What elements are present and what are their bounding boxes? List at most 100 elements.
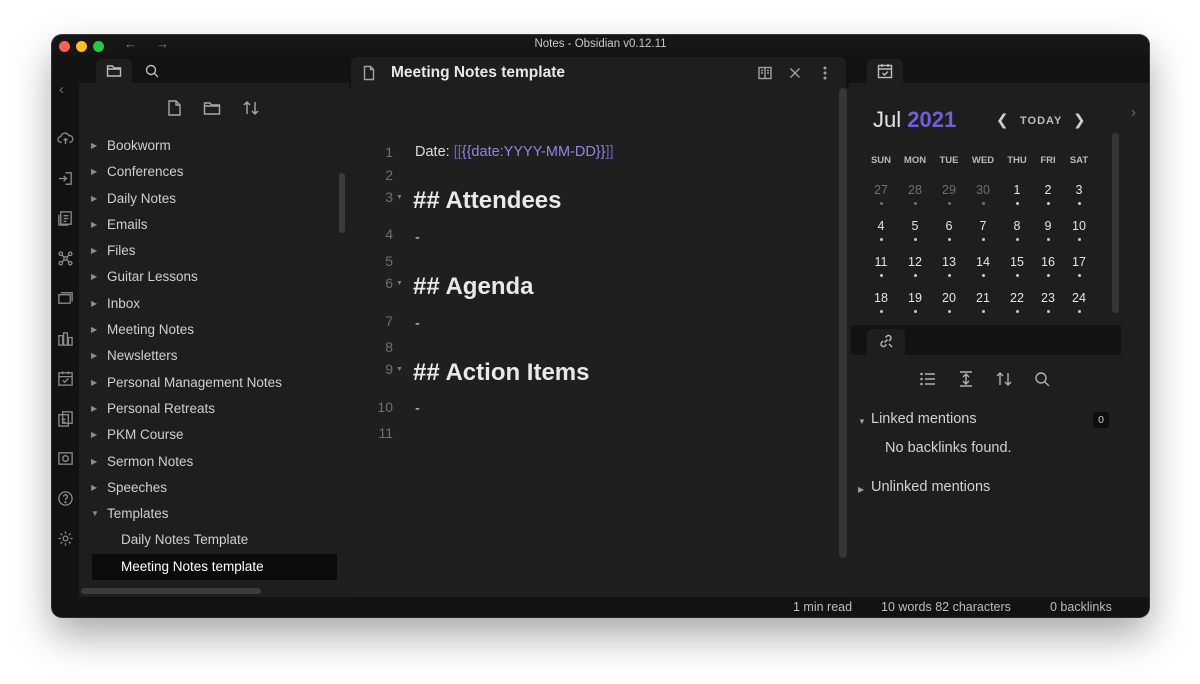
folder-item[interactable]: ▶ Emails bbox=[79, 212, 337, 238]
slides-icon[interactable] bbox=[57, 290, 74, 307]
today-button[interactable]: TODAY bbox=[1020, 115, 1062, 127]
linked-mentions-header[interactable]: Linked mentions bbox=[871, 411, 977, 427]
folder-item[interactable]: ▶ Inbox bbox=[79, 291, 337, 317]
unlinked-mentions-caret-icon[interactable]: ▶ bbox=[858, 485, 864, 494]
calendar-day[interactable]: 22 bbox=[1000, 291, 1034, 305]
calendar-day[interactable]: 19 bbox=[898, 291, 932, 305]
file-item[interactable]: Daily Notes Template bbox=[79, 527, 337, 553]
calendar-day[interactable]: 28 bbox=[898, 183, 932, 197]
bullet-line[interactable]: - bbox=[415, 401, 420, 417]
linked-mentions-caret-icon[interactable]: ▼ bbox=[858, 417, 866, 426]
folder-item[interactable]: ▶ Personal Retreats bbox=[79, 396, 337, 422]
active-file-item[interactable]: Meeting Notes template bbox=[92, 553, 337, 581]
close-tab-icon[interactable] bbox=[787, 65, 803, 81]
markdown-editor[interactable]: 1 2 3 4 5 6 7 8 9 10 11 Date: [[{{date:YYYY-MM-DD}… bbox=[351, 88, 847, 597]
calendar-day[interactable]: 7 bbox=[966, 219, 1000, 233]
calendar-check-icon[interactable] bbox=[877, 63, 893, 79]
search-icon[interactable] bbox=[144, 63, 160, 79]
calendar-day[interactable]: 20 bbox=[932, 291, 966, 305]
folder-collapsed-caret-icon[interactable]: ▶ bbox=[91, 212, 97, 238]
next-month-chevron-icon[interactable]: ❯ bbox=[1073, 111, 1086, 129]
folder-item[interactable]: ▶ Sermon Notes bbox=[79, 449, 337, 475]
folder-collapsed-caret-icon[interactable]: ▶ bbox=[91, 291, 97, 317]
folder-collapsed-caret-icon[interactable]: ▶ bbox=[91, 264, 97, 290]
calendar-day[interactable]: 5 bbox=[898, 219, 932, 233]
collapse-right-chevron-icon[interactable]: › bbox=[1131, 104, 1136, 121]
folder-item[interactable]: ▶ Newsletters bbox=[79, 343, 337, 369]
new-note-icon[interactable] bbox=[165, 99, 183, 117]
explorer-scrollbar[interactable] bbox=[339, 173, 345, 233]
folder-collapsed-caret-icon[interactable]: ▶ bbox=[91, 186, 97, 212]
calendar-day[interactable]: 24 bbox=[1062, 291, 1096, 305]
new-folder-icon[interactable] bbox=[203, 99, 221, 117]
folder-item[interactable]: ▶ Meeting Notes bbox=[79, 317, 337, 343]
folder-icon[interactable] bbox=[106, 63, 122, 79]
expand-context-icon[interactable] bbox=[957, 370, 975, 388]
folder-collapsed-caret-icon[interactable]: ▶ bbox=[91, 422, 97, 448]
heading-attendees[interactable]: ## Attendees bbox=[413, 187, 562, 215]
backlinks-count[interactable]: 0 backlinks bbox=[1050, 600, 1112, 614]
help-icon[interactable] bbox=[57, 490, 74, 507]
folder-item[interactable]: ▶ Files bbox=[79, 238, 337, 264]
calendar-day[interactable]: 30 bbox=[966, 183, 1000, 197]
collapse-left-chevron-icon[interactable]: ‹ bbox=[59, 81, 64, 98]
folder-collapsed-caret-icon[interactable]: ▶ bbox=[91, 159, 97, 185]
folder-collapsed-caret-icon[interactable]: ▶ bbox=[91, 317, 97, 343]
unlinked-mentions-header[interactable]: Unlinked mentions bbox=[871, 479, 990, 495]
audio-recorder-icon[interactable] bbox=[57, 450, 74, 467]
calendar-day[interactable]: 11 bbox=[864, 255, 898, 269]
calendar-day[interactable]: 2 bbox=[1031, 183, 1065, 197]
folder-item[interactable]: ▶ Guitar Lessons bbox=[79, 264, 337, 290]
calendar-day[interactable]: 17 bbox=[1062, 255, 1096, 269]
calendar-day[interactable]: 27 bbox=[864, 183, 898, 197]
calendar-day[interactable]: 12 bbox=[898, 255, 932, 269]
search-icon[interactable] bbox=[1033, 370, 1051, 388]
heading-agenda[interactable]: ## Agenda bbox=[413, 273, 533, 301]
calendar-day[interactable]: 10 bbox=[1062, 219, 1096, 233]
explorer-horizontal-scrollbar[interactable] bbox=[81, 588, 261, 594]
bullet-line[interactable]: - bbox=[415, 230, 420, 246]
folder-expanded-caret-icon[interactable]: ▼ bbox=[91, 501, 99, 527]
folder-collapsed-caret-icon[interactable]: ▶ bbox=[91, 133, 97, 159]
daily-note-calendar-icon[interactable] bbox=[57, 370, 74, 387]
calendar-day[interactable]: 15 bbox=[1000, 255, 1034, 269]
date-line[interactable]: Date: [[{{date:YYYY-MM-DD}}]] bbox=[415, 144, 614, 160]
tab-meeting-notes-template[interactable]: Meeting Notes template bbox=[351, 57, 846, 88]
editor-scrollbar[interactable] bbox=[839, 88, 847, 558]
calendar-day[interactable]: 3 bbox=[1062, 183, 1096, 197]
folder-collapsed-caret-icon[interactable]: ▶ bbox=[91, 343, 97, 369]
calendar-day[interactable]: 16 bbox=[1031, 255, 1065, 269]
heading-action-items[interactable]: ## Action Items bbox=[413, 359, 590, 387]
calendar-scrollbar[interactable] bbox=[1112, 133, 1119, 313]
fold-chevron-icon[interactable]: ▼ bbox=[396, 194, 403, 201]
fold-chevron-icon[interactable]: ▼ bbox=[396, 366, 403, 373]
calendar-day[interactable]: 14 bbox=[966, 255, 1000, 269]
calendar-day[interactable]: 13 bbox=[932, 255, 966, 269]
calendar-day[interactable]: 18 bbox=[864, 291, 898, 305]
sync-icon[interactable] bbox=[57, 130, 74, 147]
folder-collapsed-caret-icon[interactable]: ▶ bbox=[91, 449, 97, 475]
calendar-day[interactable]: 1 bbox=[1000, 183, 1034, 197]
bullet-line[interactable]: - bbox=[415, 316, 420, 332]
folder-item[interactable]: ▶ PKM Course bbox=[79, 422, 337, 448]
sort-icon[interactable] bbox=[242, 99, 260, 117]
reading-view-icon[interactable] bbox=[757, 65, 773, 81]
folder-collapsed-caret-icon[interactable]: ▶ bbox=[91, 396, 97, 422]
previous-month-chevron-icon[interactable]: ❮ bbox=[996, 111, 1009, 129]
folder-item[interactable]: ▶ Personal Management Notes bbox=[79, 370, 337, 396]
kanban-icon[interactable] bbox=[57, 330, 74, 347]
backlinks-link-icon[interactable] bbox=[878, 333, 894, 349]
calendar-day[interactable]: 29 bbox=[932, 183, 966, 197]
more-options-icon[interactable] bbox=[817, 65, 833, 81]
folder-item[interactable]: ▶ Daily Notes bbox=[79, 186, 337, 212]
open-quick-switcher-icon[interactable] bbox=[57, 170, 74, 187]
calendar-day[interactable]: 4 bbox=[864, 219, 898, 233]
sort-icon[interactable] bbox=[995, 370, 1013, 388]
folder-collapsed-caret-icon[interactable]: ▶ bbox=[91, 475, 97, 501]
calendar-day[interactable]: 8 bbox=[1000, 219, 1034, 233]
calendar-day[interactable]: 21 bbox=[966, 291, 1000, 305]
calendar-day[interactable]: 6 bbox=[932, 219, 966, 233]
folder-item[interactable]: ▼ Templates bbox=[79, 501, 337, 527]
folder-collapsed-caret-icon[interactable]: ▶ bbox=[91, 238, 97, 264]
new-note-from-template-icon[interactable] bbox=[57, 210, 74, 227]
